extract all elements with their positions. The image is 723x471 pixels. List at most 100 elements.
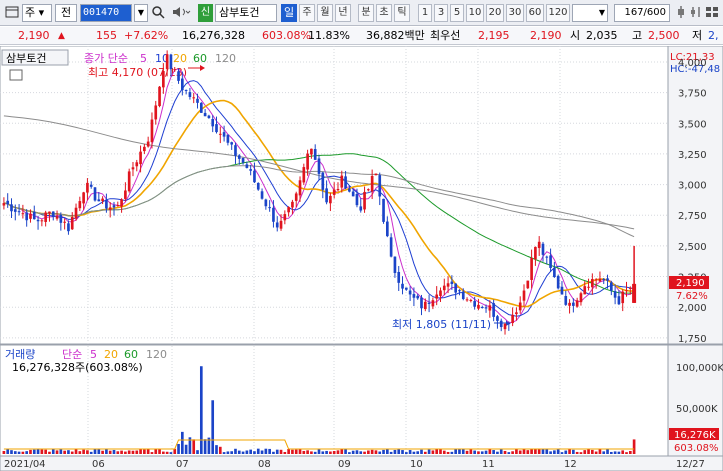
grid-icon[interactable] — [704, 4, 720, 22]
volume-bar — [435, 448, 439, 454]
volume-bar — [560, 452, 564, 454]
volume-bar — [404, 452, 408, 454]
volume-bar — [553, 450, 556, 454]
volume-bar — [181, 431, 184, 454]
chart-window-icon[interactable] — [4, 4, 20, 22]
vol-ma-60-label: 60 — [124, 348, 138, 361]
candle-body — [446, 283, 450, 287]
candle-body — [526, 280, 530, 289]
interval-5[interactable]: 5 — [450, 4, 464, 22]
period-second[interactable]: 초 — [376, 4, 392, 22]
candle-body — [32, 211, 36, 220]
candle-body — [36, 219, 40, 222]
volume-bar — [17, 451, 21, 454]
code-dropdown-icon[interactable]: ▼ — [134, 4, 148, 22]
interval-30[interactable]: 30 — [506, 4, 524, 22]
indicator-icon[interactable] — [689, 4, 703, 22]
candle-body — [154, 105, 158, 120]
candle-body — [583, 286, 587, 295]
candle-body — [488, 305, 492, 311]
high-label: 고 — [632, 29, 643, 42]
volume-bar — [306, 450, 309, 454]
volume-bar — [272, 451, 275, 454]
volume-bar — [325, 450, 328, 454]
candle-body — [203, 112, 207, 117]
candle-body — [241, 157, 245, 163]
volume-bar — [215, 445, 218, 454]
interval-20[interactable]: 20 — [486, 4, 504, 22]
volume-bar — [363, 451, 366, 454]
candle-body — [218, 133, 222, 135]
stock-code-input[interactable]: 001470 — [80, 4, 132, 22]
candle-body — [188, 92, 192, 97]
interval-120[interactable]: 120 — [546, 4, 570, 22]
candle-body — [306, 153, 309, 170]
candle-body — [116, 205, 120, 207]
sound-icon[interactable] — [169, 4, 193, 22]
volume-bar — [572, 449, 575, 454]
candle-body — [355, 193, 359, 206]
candle-body — [332, 189, 336, 195]
price-tick-label: 2,500 — [678, 242, 707, 253]
interval-3[interactable]: 3 — [434, 4, 448, 22]
volume-bar — [496, 451, 499, 454]
volume-bar — [480, 451, 484, 454]
volume-bar — [55, 450, 59, 454]
type-select[interactable]: 주 ▾ — [22, 4, 52, 22]
candle-body — [181, 78, 184, 91]
candle-body — [199, 102, 203, 113]
volume-bar — [44, 449, 47, 454]
volume-bar — [321, 451, 325, 454]
interval-dropdown-icon[interactable]: ▼ — [572, 4, 608, 22]
volume-bar — [613, 451, 617, 454]
candle-body — [613, 291, 617, 298]
volume-bar — [139, 448, 142, 454]
volume-bar — [515, 449, 518, 454]
volume-bar — [131, 450, 135, 454]
candle-body — [234, 145, 237, 156]
x-tick-label: 12 — [564, 459, 577, 470]
candle-body — [143, 146, 146, 152]
candle-body — [503, 323, 507, 330]
x-tick-label: 10 — [410, 459, 423, 470]
period-week[interactable]: 주 — [299, 4, 315, 22]
candle-body — [150, 119, 154, 143]
stock-name-field[interactable]: 삼부토건 — [215, 4, 277, 22]
volume-bar — [446, 451, 450, 454]
volume-title: 거래량 — [5, 348, 35, 361]
period-year[interactable]: 년 — [335, 4, 351, 22]
volume-bar — [237, 450, 241, 454]
volume-bar — [59, 449, 63, 454]
period-tick[interactable]: 틱 — [394, 4, 410, 22]
period-day[interactable]: 일 — [281, 4, 297, 22]
candle-body — [25, 212, 29, 221]
chart-settings-icon[interactable] — [674, 4, 688, 22]
volume-bar — [382, 449, 385, 454]
period-month[interactable]: 월 — [317, 4, 333, 22]
candle-body — [249, 169, 252, 171]
candle-body — [120, 199, 123, 207]
period-minute[interactable]: 분 — [358, 4, 374, 22]
interval-10[interactable]: 10 — [466, 4, 484, 22]
volume-bar — [169, 452, 173, 454]
search-icon[interactable] — [149, 4, 167, 22]
volume-bar — [583, 450, 587, 454]
volume-bar — [25, 451, 29, 454]
candle-body — [473, 301, 476, 307]
interval-1[interactable]: 1 — [418, 4, 432, 22]
current-price: 2,190 — [18, 29, 50, 42]
candle-body — [105, 199, 108, 209]
volume-bar — [143, 449, 146, 454]
candle-body — [146, 141, 150, 147]
data-count-field[interactable]: 167/600 — [614, 4, 670, 22]
volume-bar — [492, 450, 495, 454]
candle-body — [469, 299, 473, 302]
candle-body — [89, 184, 93, 187]
interval-60[interactable]: 60 — [526, 4, 544, 22]
market-select[interactable]: 전 — [55, 4, 77, 22]
candle-body — [408, 290, 412, 295]
x-tick-label: 2021/04 — [4, 459, 46, 470]
candle-body — [575, 300, 579, 307]
candle-body — [325, 188, 328, 203]
volume-bar — [503, 450, 507, 454]
